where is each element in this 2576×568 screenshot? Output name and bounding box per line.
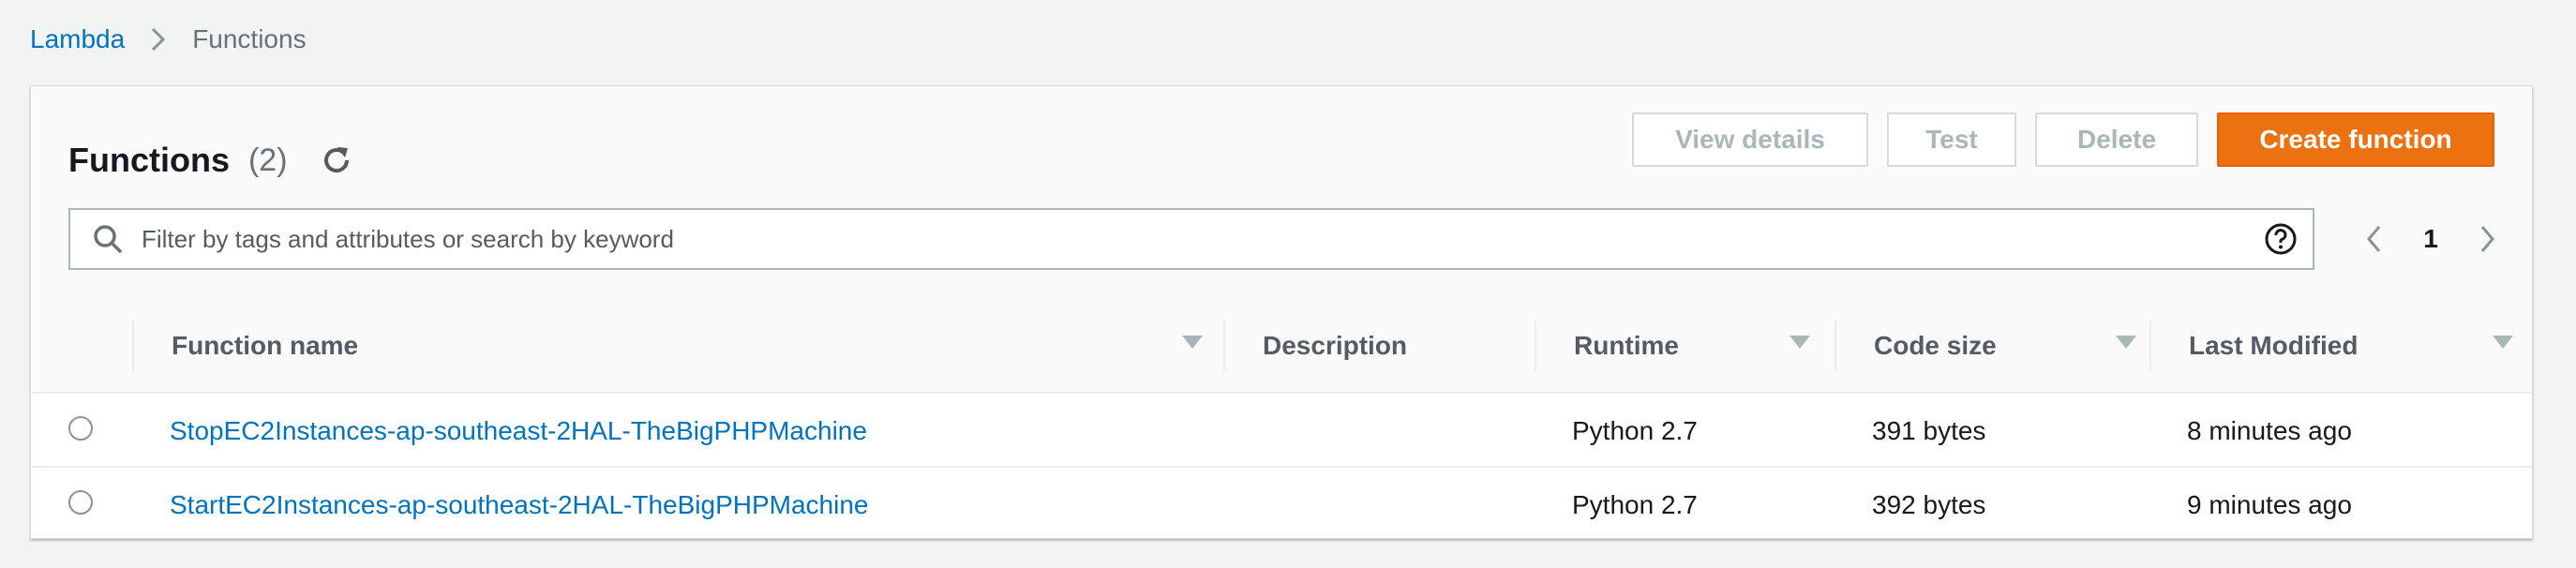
chevron-right-icon — [140, 21, 177, 58]
table-row[interactable]: StartEC2Instances-ap-southeast-2HAL-TheB… — [31, 468, 2532, 543]
refresh-icon[interactable] — [316, 140, 357, 181]
breadcrumb-current: Functions — [192, 24, 307, 53]
sort-icon[interactable] — [2116, 336, 2136, 349]
search-icon — [89, 220, 127, 258]
breadcrumb-lambda-link[interactable]: Lambda — [30, 24, 125, 54]
delete-button[interactable]: Delete — [2035, 112, 2198, 167]
next-page-icon[interactable] — [2468, 220, 2506, 258]
runtime-cell: Python 2.7 — [1572, 490, 1698, 519]
last-modified-cell: 9 minutes ago — [2187, 490, 2352, 519]
sort-icon[interactable] — [2493, 336, 2513, 349]
code-size-cell: 391 bytes — [1872, 416, 1986, 445]
column-description[interactable]: Description — [1263, 300, 1535, 392]
previous-page-icon[interactable] — [2356, 220, 2393, 258]
search-input[interactable]: Filter by tags and attributes or search … — [142, 225, 2262, 254]
test-button[interactable]: Test — [1887, 112, 2016, 167]
column-runtime[interactable]: Runtime — [1574, 300, 1829, 392]
function-count: (2) — [247, 142, 288, 178]
view-details-button[interactable]: View details — [1632, 112, 1868, 167]
create-function-button[interactable]: Create function — [2217, 112, 2494, 167]
column-last-modified[interactable]: Last Modified — [2189, 300, 2532, 392]
breadcrumb: Lambda Functions — [30, 21, 307, 58]
page-title: Functions — [68, 141, 230, 179]
table-row[interactable]: StopEC2Instances-ap-southeast-2HAL-TheBi… — [31, 394, 2532, 469]
functions-panel: Functions (2) View details Test Delete C… — [30, 85, 2533, 539]
function-name-link[interactable]: StartEC2Instances-ap-southeast-2HAL-TheB… — [170, 468, 868, 543]
pagination: 1 — [2356, 212, 2506, 266]
sort-icon[interactable] — [1182, 336, 1203, 349]
sort-icon[interactable] — [1790, 336, 1810, 349]
column-code-size[interactable]: Code size — [1874, 300, 2155, 392]
code-size-cell: 392 bytes — [1872, 490, 1986, 519]
runtime-cell: Python 2.7 — [1572, 416, 1698, 445]
search-field[interactable]: Filter by tags and attributes or search … — [68, 208, 2314, 270]
panel-header: Functions (2) View details Test Delete C… — [31, 86, 2532, 302]
table-header: Function name Description Runtime Code s… — [31, 300, 2532, 394]
function-name-link[interactable]: StopEC2Instances-ap-southeast-2HAL-TheBi… — [170, 394, 867, 469]
current-page[interactable]: 1 — [2393, 224, 2468, 254]
action-buttons: View details Test Delete Create function — [1632, 112, 2494, 167]
row-select-radio[interactable] — [68, 416, 93, 441]
column-function-name[interactable]: Function name — [172, 300, 1221, 392]
help-icon[interactable] — [2262, 220, 2299, 258]
last-modified-cell: 8 minutes ago — [2187, 416, 2352, 445]
row-select-radio[interactable] — [68, 490, 93, 515]
